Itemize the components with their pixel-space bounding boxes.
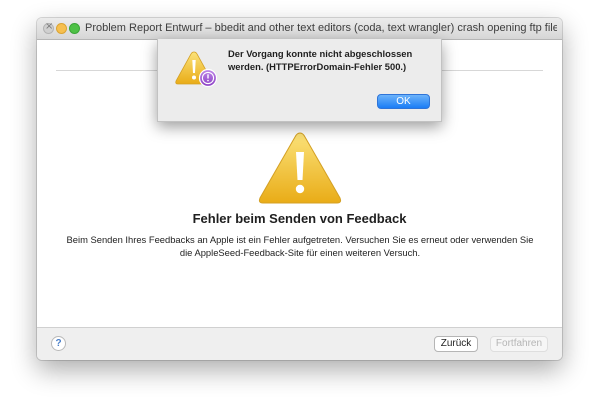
window-title: Problem Report Entwurf – bbedit and othe… xyxy=(85,22,557,34)
alert-warning-icon xyxy=(175,51,218,88)
alert-message: Der Vorgang konnte nicht abgeschlossen w… xyxy=(228,48,413,72)
footer-bar: ? Zurück Fortfahren xyxy=(37,327,562,360)
ok-button[interactable]: OK xyxy=(377,94,430,109)
warning-icon xyxy=(258,132,342,204)
feedback-badge-icon xyxy=(198,68,218,88)
close-window-button[interactable] xyxy=(43,21,54,34)
error-alert-sheet: Der Vorgang konnte nicht abgeschlossen w… xyxy=(157,39,442,122)
help-button[interactable]: ? xyxy=(51,336,66,351)
error-heading: Fehler beim Senden von Feedback xyxy=(192,211,407,226)
minimize-window-button[interactable] xyxy=(56,23,67,34)
title-bar: Problem Report Entwurf – bbedit and othe… xyxy=(37,18,562,40)
back-button[interactable]: Zurück xyxy=(434,336,478,352)
continue-button[interactable]: Fortfahren xyxy=(490,336,548,352)
error-message: Beim Senden Ihres Feedbacks an Apple ist… xyxy=(66,234,534,258)
zoom-window-button[interactable] xyxy=(69,23,80,34)
